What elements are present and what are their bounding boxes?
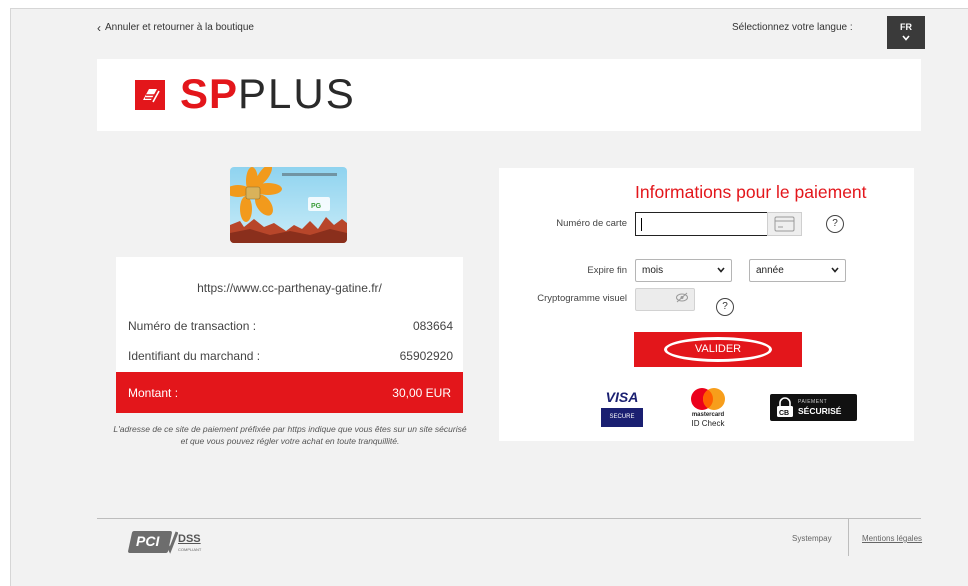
brand-name-bold: SP xyxy=(180,70,239,117)
visa-secure-badge: VISA SECURE xyxy=(601,389,643,427)
cvv-label: Cryptogramme visuel xyxy=(537,293,627,304)
expiry-month-select[interactable]: mois xyxy=(635,259,732,282)
brand-logo-icon xyxy=(135,80,165,110)
brand-banner: SPPLUS xyxy=(97,59,921,131)
payment-page: ‹ Annuler et retourner à la boutique Sél… xyxy=(10,8,968,586)
card-image: PG xyxy=(230,167,347,243)
lock-icon: CB xyxy=(777,397,793,417)
question-circle-icon: ? xyxy=(832,218,838,229)
mastercard-line2: ID Check xyxy=(691,419,725,428)
language-value: FR xyxy=(900,22,912,32)
checkmark-icon xyxy=(164,531,178,554)
legal-mentions-link[interactable]: Mentions légales xyxy=(862,534,922,543)
merchant-id-row: Identifiant du marchand : 65902920 xyxy=(128,349,453,363)
transaction-number-row: Numéro de transaction : 083664 xyxy=(128,319,453,333)
card-number-label: Numéro de carte xyxy=(556,218,627,229)
secure-line2: SÉCURISÉ xyxy=(798,406,842,416)
question-circle-icon: ? xyxy=(722,301,728,312)
compliant-text: COMPLIANT xyxy=(178,547,202,552)
expiry-label: Expire fin xyxy=(587,265,627,276)
validate-button[interactable]: VALIDER xyxy=(634,332,802,367)
pci-text: PCI xyxy=(136,533,160,549)
validate-label: VALIDER xyxy=(694,343,742,355)
brand-wordmark: SPPLUS xyxy=(180,69,356,119)
mastercard-line1: mastercard xyxy=(691,412,725,418)
amount-label: Montant : xyxy=(128,385,179,400)
transaction-number-value: 083664 xyxy=(412,319,453,333)
expiry-year-select[interactable]: année xyxy=(749,259,846,282)
footer-separator xyxy=(848,518,849,556)
chevron-left-icon: ‹ xyxy=(97,20,101,35)
merchant-id-value: 65902920 xyxy=(399,349,453,363)
merchant-site-url: https://www.cc-parthenay-gatine.fr/ xyxy=(197,281,382,295)
merchant-id-label: Identifiant du marchand : xyxy=(128,349,261,363)
chevron-down-icon xyxy=(887,33,925,44)
dss-text: DSS xyxy=(178,533,201,545)
credit-card-icon xyxy=(767,212,802,236)
back-to-shop-link[interactable]: ‹ Annuler et retourner à la boutique xyxy=(97,20,254,35)
chevron-down-icon xyxy=(717,266,725,275)
provider-name: Systempay xyxy=(792,534,832,543)
svg-text:PG: PG xyxy=(311,203,322,210)
language-selector[interactable]: FR xyxy=(887,16,925,49)
visa-sub: SECURE xyxy=(601,408,643,427)
language-label: Sélectionnez votre langue : xyxy=(732,22,853,33)
pci-dss-logo: PCI DSS COMPLIANT xyxy=(127,528,210,556)
card-number-help-icon[interactable]: ? xyxy=(826,215,844,233)
cvv-help-icon[interactable]: ? xyxy=(716,298,734,316)
amount-row: Montant : 30,00 EUR xyxy=(116,372,463,413)
expiry-month-value: mois xyxy=(642,265,664,276)
secure-payment-badge: CB PAIEMENT SÉCURISÉ xyxy=(770,394,857,421)
amount-value: 30,00 EUR xyxy=(392,385,451,400)
payment-form: Informations pour le paiement Numéro de … xyxy=(499,168,914,441)
card-number-input[interactable] xyxy=(635,212,768,236)
eye-slash-icon[interactable] xyxy=(675,292,689,306)
back-to-shop-label: Annuler et retourner à la boutique xyxy=(105,22,254,33)
mastercard-id-check-badge: mastercard ID Check xyxy=(677,387,739,433)
transaction-number-label: Numéro de transaction : xyxy=(128,319,257,333)
visa-title: VISA xyxy=(605,389,639,405)
svg-text:CB: CB xyxy=(779,410,789,417)
expiry-year-value: année xyxy=(756,265,784,276)
payment-title: Informations pour le paiement xyxy=(635,182,867,202)
footer-divider xyxy=(97,518,921,519)
text-caret xyxy=(641,218,642,231)
secure-line1: PAIEMENT xyxy=(798,399,828,405)
transaction-summary: https://www.cc-parthenay-gatine.fr/ Numé… xyxy=(116,257,463,413)
chevron-down-icon xyxy=(831,266,839,275)
brand-name-light: PLUS xyxy=(238,70,356,117)
security-note: L'adresse de ce site de paiement préfixé… xyxy=(113,424,467,446)
mastercard-logo-icon xyxy=(691,388,725,410)
